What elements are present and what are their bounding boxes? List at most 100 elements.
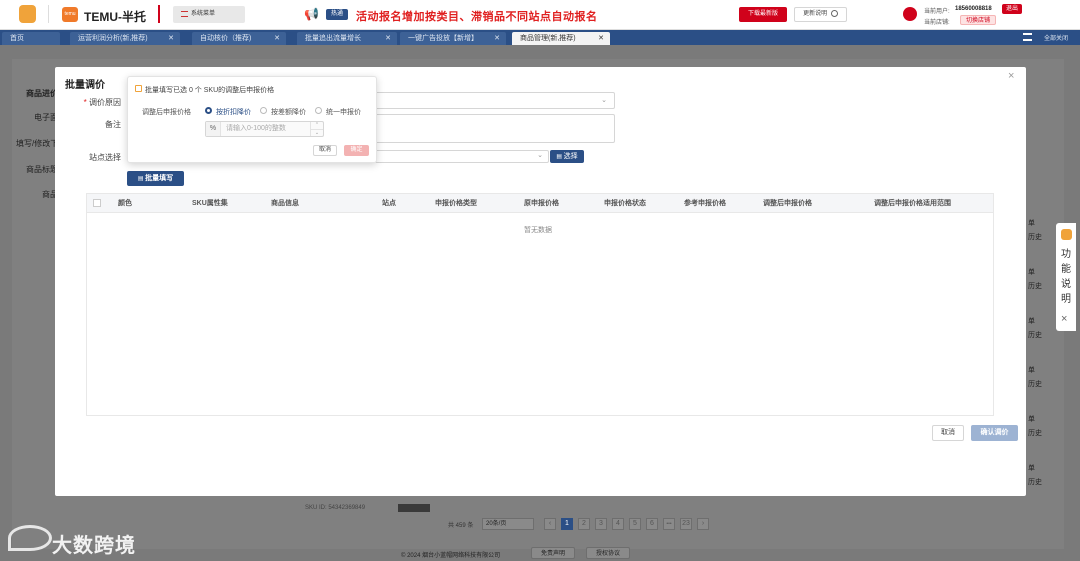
tab-product-management[interactable]: 商品管理(新,推荐) ✕ (512, 32, 610, 45)
page-5[interactable]: 5 (629, 518, 641, 530)
site-label: 站点选择 (89, 153, 121, 162)
popover-cancel-button[interactable]: 取消 (313, 145, 337, 156)
tab-traffic-growth[interactable]: 批量追出流量增长 ✕ (297, 32, 397, 45)
tab-label: 商品管理(新,推荐) (520, 35, 576, 42)
confirm-adjust-button[interactable]: 确认调价 (971, 425, 1018, 441)
tab-home[interactable]: 首页 (2, 32, 60, 45)
reason-label-text: 调价原因 (89, 98, 121, 107)
page-size-select[interactable]: 20条/页 (482, 518, 534, 530)
page-6[interactable]: 6 (646, 518, 658, 530)
stepper-up-icon[interactable]: ⌃ (310, 122, 323, 129)
row-action: 历史 (1028, 479, 1042, 486)
row-action: 历史 (1028, 381, 1042, 388)
tab-label: 一键广告投放【新增】 (408, 35, 478, 42)
pagination: 共 459 条 20条/页 ‹ 1 2 3 4 5 6 ••• 23 › (448, 518, 728, 531)
tab-label: 运营利润分析(新,推荐) (78, 35, 148, 42)
tab-label: 首页 (10, 35, 24, 42)
sku-id-text: SKU ID: 54342369849 (305, 505, 366, 511)
list-icon[interactable] (1023, 33, 1032, 41)
help-panel[interactable]: 功能说明 × (1056, 223, 1076, 331)
table-header: 颜色 SKU属性集 商品信息 站点 申报价格类型 原申报价格 申报价格状态 参考… (87, 194, 993, 213)
current-user-label: 当前用户: (924, 9, 950, 15)
sidebar-item: 填写/修改下 (16, 139, 59, 148)
info-icon (135, 85, 142, 92)
radio-uniform-label[interactable]: 统一申报价 (326, 107, 361, 117)
next-page-button[interactable]: › (697, 518, 709, 530)
close-icon[interactable]: ✕ (274, 32, 280, 45)
update-notes-button[interactable]: 更新说明 (794, 7, 847, 22)
document-icon: ▤ (556, 154, 564, 160)
megaphone-icon: 📢 (304, 7, 319, 21)
col-color: 颜色 (118, 200, 132, 207)
system-menu-button[interactable]: 系统菜单 (173, 6, 245, 23)
radio-difference-label[interactable]: 按差额降价 (271, 107, 306, 117)
cancel-button[interactable]: 取消 (932, 425, 964, 441)
system-menu-label: 系统菜单 (191, 11, 216, 17)
help-icon (1061, 229, 1072, 240)
close-icon[interactable]: ✕ (598, 32, 604, 45)
license-link[interactable]: 授权协议 (586, 547, 630, 559)
col-site: 站点 (382, 200, 396, 207)
page-2[interactable]: 2 (578, 518, 590, 530)
note-textarea[interactable] (375, 114, 615, 143)
product-thumbnail (398, 504, 430, 512)
row-action: 历史 (1028, 430, 1042, 437)
batch-fill-popover: 批量填写已选 0 个 SKU的调整后申报价格 调整后申报价格 按折扣降价 按差额… (127, 76, 377, 163)
prev-page-button[interactable]: ‹ (544, 518, 556, 530)
row-action: 单 (1028, 220, 1035, 227)
page-3[interactable]: 3 (595, 518, 607, 530)
stepper-down-icon[interactable]: ⌄ (310, 129, 323, 136)
close-icon[interactable]: × (1061, 313, 1067, 325)
page-4[interactable]: 4 (612, 518, 624, 530)
close-icon[interactable]: ✕ (494, 32, 500, 45)
radio-discount-label[interactable]: 按折扣降价 (216, 107, 251, 117)
modal-close-button[interactable]: × (1008, 70, 1014, 82)
batch-fill-button[interactable]: ▤ 批量填写 (127, 171, 184, 186)
promo-text[interactable]: 活动报名增加按类目、滞销品不同站点自动报名 (356, 8, 598, 24)
site-select[interactable]: ⌄ (375, 150, 549, 163)
radio-discount[interactable] (205, 107, 212, 114)
tab-label: 自动核价（推荐) (200, 35, 252, 42)
tab-ad-placement[interactable]: 一键广告投放【新增】 ✕ (400, 32, 506, 45)
row-action: 单 (1028, 465, 1035, 472)
radio-uniform[interactable] (315, 107, 322, 114)
disclaimer-link[interactable]: 免责声明 (531, 547, 575, 559)
discount-input[interactable]: 请输入0-100的整数 (226, 122, 286, 136)
close-all-tabs[interactable]: 全部关闭 (1044, 33, 1068, 42)
row-action: 历史 (1028, 283, 1042, 290)
download-button[interactable]: 下载最新版 (739, 7, 787, 22)
user-avatar[interactable] (903, 7, 917, 21)
switch-shop-button[interactable]: 切换店铺 (960, 15, 996, 25)
page-23[interactable]: 23 (680, 518, 692, 530)
promo-badge: 热通 (326, 9, 348, 20)
site-select-button[interactable]: ▤ 选择 (550, 150, 584, 163)
brand-badge: temu (62, 7, 78, 22)
close-icon[interactable]: ✕ (168, 32, 174, 45)
popover-notice: 批量填写已选 0 个 SKU的调整后申报价格 (145, 87, 275, 94)
page-size-label: 20条/页 (486, 521, 507, 527)
select-all-checkbox[interactable] (93, 199, 101, 207)
close-icon[interactable]: ✕ (385, 32, 391, 45)
total-count: 共 459 条 (448, 523, 474, 529)
popover-ok-button[interactable]: 确定 (344, 145, 369, 156)
radio-difference[interactable] (260, 107, 267, 114)
col-product-info: 商品信息 (271, 200, 299, 207)
sidebar-item: 商品进价 (26, 89, 58, 98)
watermark-logo (8, 525, 52, 551)
logout-button[interactable]: 退出 (1002, 4, 1022, 14)
tab-bar: 首页 运营利润分析(新,推荐) ✕ 自动核价（推荐) ✕ 批量追出流量增长 ✕ 一键广… (0, 30, 1080, 45)
help-text[interactable]: 功能说明 (1061, 247, 1071, 307)
sidebar-item: 商品标题 (26, 165, 58, 174)
page-ellipsis[interactable]: ••• (663, 518, 675, 530)
row-action: 历史 (1028, 234, 1042, 241)
reason-select[interactable]: ⌄ (375, 92, 615, 109)
modal-title: 批量调价 (65, 80, 105, 91)
tab-profit-analysis[interactable]: 运营利润分析(新,推荐) ✕ (70, 32, 180, 45)
col-sku-attr: SKU属性集 (192, 200, 228, 207)
sku-table: 颜色 SKU属性集 商品信息 站点 申报价格类型 原申报价格 申报价格状态 参考… (86, 193, 994, 416)
tab-auto-pricing[interactable]: 自动核价（推荐) ✕ (192, 32, 286, 45)
row-action: 单 (1028, 269, 1035, 276)
note-label: 备注 (105, 120, 121, 129)
page-1[interactable]: 1 (561, 518, 573, 530)
copyright: © 2024 烟台小蓝帽网络科技有限公司 (401, 553, 501, 559)
